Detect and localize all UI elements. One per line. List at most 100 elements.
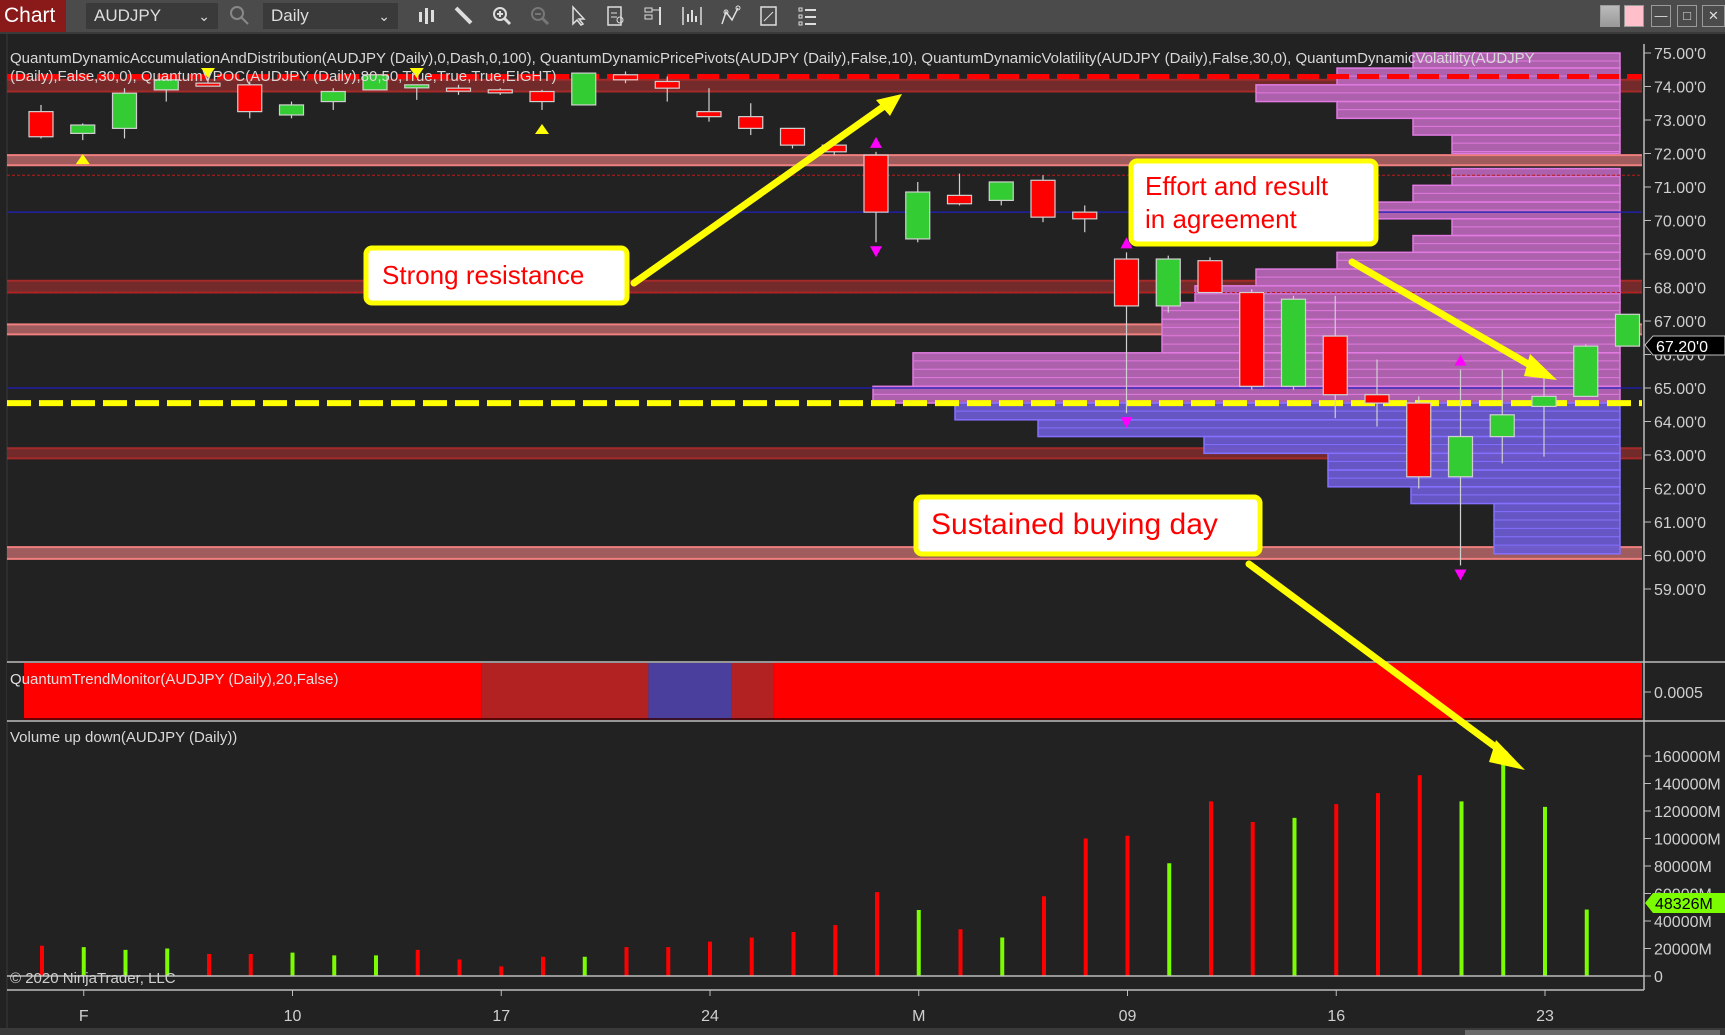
volume-bar [1501,757,1506,976]
volume-bar [1584,909,1589,976]
price-axis-label: 73.00'0 [1654,113,1706,130]
volume-bar [1000,937,1005,976]
annotation-text: Sustained buying day [931,508,1218,541]
candle-body [1531,395,1557,408]
candle [571,72,597,106]
current-volume-tag: 48326M [1645,893,1725,913]
candle-body [1447,435,1474,478]
annotation-text-line1: Effort and result [1145,171,1329,201]
current-price-tag: 67.20'0 [1644,335,1725,356]
volume-bar [1209,801,1213,976]
volume-bar [1334,804,1339,976]
candle-body [1406,402,1432,478]
candle-body [571,72,597,106]
volume-bar [1417,775,1422,976]
volume-bar [1167,863,1172,976]
candle [1197,257,1223,294]
price-indicator-label-2: (Daily),False,30,0), QuantumVPOC(AUDJPY … [10,68,557,85]
candle-body [487,89,513,94]
candle [1239,289,1265,390]
volume-axis-label: 80000M [1654,859,1712,876]
price-axis-label: 64.00'0 [1654,415,1706,432]
price-axis-label: 71.00'0 [1654,180,1706,197]
volume-bar [708,941,712,976]
price-axis-label: 60.00'0 [1654,549,1706,566]
candle-body [779,127,806,146]
price-indicator-label-1: QuantumDynamicAccumulationAndDistributio… [10,50,1535,67]
volume-axis-label: 100000M [1654,832,1721,849]
time-axis-label: 16 [1327,1008,1345,1025]
candle-body [529,90,555,103]
current-volume-value: 48326M [1655,896,1713,913]
candle-body [988,181,1014,202]
time-axis-label: 24 [701,1008,719,1025]
volume-bar [499,966,504,976]
volume-axis-label: 140000M [1654,777,1721,794]
candle-body [1030,179,1056,218]
volume-axis-label: 120000M [1654,804,1721,821]
price-axis-label: 59.00'0 [1654,582,1706,599]
volume-indicator-label: Volume up down(AUDJPY (Daily)) [10,729,237,746]
candle-body [1155,258,1181,307]
volume-bar [916,910,921,976]
candle [1573,344,1599,397]
volume-bar [1250,822,1255,976]
volume-bar [332,955,337,976]
trend-segment-weak-bearish [481,663,649,720]
candle-body [28,111,54,138]
volume-bar [1083,838,1088,976]
volume-axis-label: 40000M [1654,914,1712,931]
volume-bar [290,952,295,976]
volume-axis-label: 20000M [1654,942,1712,959]
volume-bar [666,947,671,976]
candle-body [696,111,722,118]
volume-bar [958,929,963,976]
candle-body [863,154,889,213]
price-axis-label: 68.00'0 [1654,281,1706,298]
candle-body [738,116,764,129]
candle [779,127,806,149]
candle-body [1072,211,1098,220]
volume-axis: 160000M140000M120000M100000M80000M60000M… [1644,749,1721,986]
volume-bar [541,956,545,976]
copyright: © 2020 NinjaTrader, LLC [10,970,176,987]
candle [1030,175,1056,223]
chart-canvas[interactable]: QuantumDynamicAccumulationAndDistributio… [0,0,1725,1035]
candle-body [1322,335,1348,396]
sr-zone [7,155,1642,166]
candle [1406,396,1432,489]
volume-bar [582,956,587,976]
trend-segment-strong-bearish [773,663,1642,720]
price-axis-label: 74.00'0 [1654,80,1706,97]
time-axis-label: 09 [1119,1008,1137,1025]
candle-body [1614,313,1641,347]
candle-body [905,191,931,240]
time-axis-label: 10 [284,1008,302,1025]
candle-body [1364,394,1390,404]
candle-body [320,90,346,103]
annotation-text: Strong resistance [382,260,584,290]
volume-bar [1125,835,1130,976]
volume-bar [749,937,754,976]
price-axis-label: 63.00'0 [1654,448,1706,465]
price-axis-label: 65.00'0 [1654,381,1706,398]
time-axis-label: M [912,1008,925,1025]
volume-bar [207,954,211,976]
candle-body [237,84,263,113]
volume-bar [1376,793,1380,976]
candle-body [70,124,96,135]
candle-body [278,104,305,116]
candle-body [445,87,472,92]
candle-body [404,84,430,89]
candle-body [612,74,639,81]
time-axis-label: 17 [492,1008,510,1025]
candle [1614,313,1641,347]
sr-zone [7,547,1642,559]
trend-axis-label: 0.0005 [1654,685,1703,702]
trend-segment-neutral [648,663,732,720]
candle-body [1239,291,1265,387]
price-axis-label: 61.00'0 [1654,515,1706,532]
scrollbar-thumb[interactable] [1465,1030,1720,1035]
price-axis-label: 62.00'0 [1654,482,1706,499]
price-axis-label: 69.00'0 [1654,247,1706,264]
